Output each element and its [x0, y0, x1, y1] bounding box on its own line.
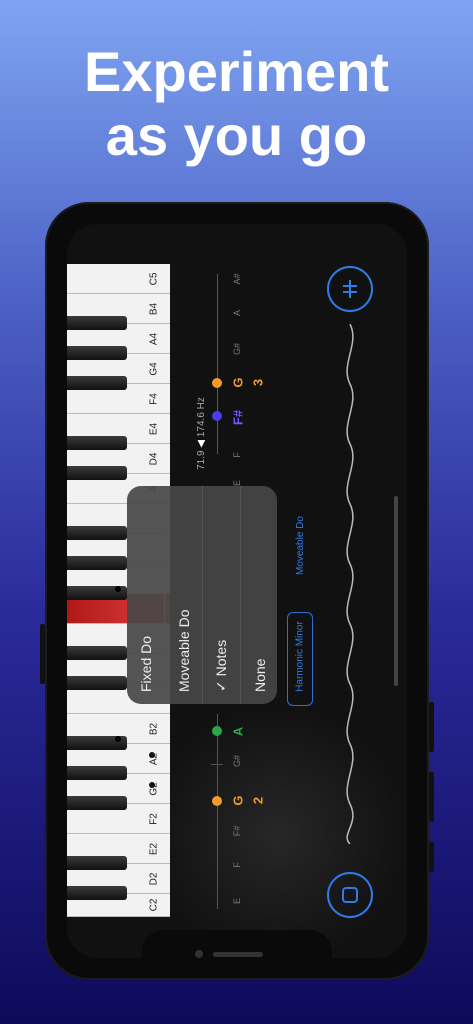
phone-bottom-notch: [142, 930, 332, 958]
piano-black-key[interactable]: [67, 376, 127, 390]
stop-button[interactable]: [327, 872, 373, 918]
key-label: D4: [148, 452, 160, 465]
moveable-do-label[interactable]: Moveable Do: [295, 516, 306, 575]
note-naming-menu: Fixed Do Moveable Do ✓ Notes None: [127, 486, 277, 704]
menu-option-label: Moveable Do: [175, 609, 192, 693]
tuner-button[interactable]: [327, 266, 373, 312]
note-octave-orange-lower: 2: [250, 796, 266, 805]
camera-dot: [195, 950, 203, 958]
scroll-indicator[interactable]: [394, 496, 398, 686]
key-label: F4: [148, 392, 160, 405]
piano-black-key[interactable]: [67, 796, 127, 810]
menu-option-notes[interactable]: ✓ Notes: [203, 486, 241, 704]
menu-option-text: Notes: [212, 639, 229, 677]
stop-icon: [342, 887, 358, 903]
key-label: A4: [148, 332, 160, 345]
menu-option-none[interactable]: None: [241, 486, 277, 704]
note-name-blue: F#: [230, 409, 246, 426]
menu-option-label: ✓ Notes: [213, 640, 230, 692]
key-label: D2: [148, 872, 160, 885]
staff-tick: [211, 764, 223, 765]
note-dot-orange: [212, 378, 222, 388]
piano-key-c5[interactable]: C5: [67, 264, 170, 294]
note-label: G#: [232, 755, 242, 768]
note-dot-orange-lower: [212, 796, 222, 806]
key-label: B2: [148, 722, 160, 735]
menu-option-label: None: [251, 658, 268, 692]
note-dot-green: [212, 726, 222, 736]
phone-side-button: [40, 624, 45, 684]
key-marker-dot: [149, 782, 155, 788]
piano-black-key[interactable]: [67, 466, 127, 480]
key-marker-dot: [115, 736, 121, 742]
piano-black-key[interactable]: [67, 766, 127, 780]
phone-mute-switch: [429, 842, 434, 872]
waveform-display: [346, 324, 354, 844]
pitch-pointer-icon: ◀: [195, 439, 207, 448]
app-screen: C5 B4 A4 G4 F4 E4 D4 4 B2 A2 G2 F2 E2 D2…: [67, 224, 407, 958]
piano-black-key[interactable]: [67, 346, 127, 360]
note-name-orange-lower: G: [230, 795, 246, 806]
staff-line-lower: [217, 714, 218, 909]
note-label: F#: [232, 825, 242, 837]
key-label: G4: [148, 361, 160, 376]
key-label: E4: [148, 422, 160, 435]
headline-line2: as you go: [105, 104, 368, 167]
key-label: G2: [148, 781, 160, 796]
background-glow: [147, 704, 407, 958]
note-dot-blue: [212, 411, 222, 421]
note-label: A#: [232, 273, 242, 285]
phone-volume-up: [429, 702, 434, 752]
key-label: B4: [148, 302, 160, 315]
phone-volume-down: [429, 772, 434, 822]
piano-black-key[interactable]: [67, 856, 127, 870]
key-label: C2: [148, 898, 160, 912]
note-label: F: [232, 452, 242, 458]
piano-black-key[interactable]: [67, 646, 127, 660]
frequency-readout: 71.9 ◀ 174.6 Hz: [196, 397, 207, 470]
menu-option-fixed-do[interactable]: Fixed Do: [127, 486, 165, 704]
readout-value: 71.9: [195, 450, 207, 470]
note-name-orange: G: [230, 377, 246, 388]
menu-option-moveable-do[interactable]: Moveable Do: [165, 486, 203, 704]
piano-black-key[interactable]: [67, 316, 127, 330]
piano-black-key[interactable]: [67, 886, 127, 900]
piano-black-key[interactable]: [67, 676, 127, 690]
scale-label: Harmonic Minor: [294, 621, 306, 692]
piano-black-key[interactable]: [67, 526, 127, 540]
note-octave-orange: 3: [250, 378, 266, 387]
key-label: A2: [148, 752, 160, 765]
note-name-green: A: [230, 726, 246, 737]
key-label: C5: [148, 272, 160, 285]
headline: Experiment as you go: [0, 40, 473, 168]
readout-hz: 174.6 Hz: [195, 397, 207, 438]
checkmark-icon: ✓: [212, 680, 229, 692]
phone-frame: C5 B4 A4 G4 F4 E4 D4 4 B2 A2 G2 F2 E2 D2…: [40, 202, 434, 980]
note-label: E: [232, 898, 242, 905]
key-marker-dot: [115, 586, 121, 592]
speaker-bar: [213, 952, 263, 957]
scale-selector-button[interactable]: Harmonic Minor: [287, 612, 313, 706]
headline-line1: Experiment: [84, 40, 389, 103]
key-label: F2: [148, 812, 160, 825]
menu-option-label: Fixed Do: [137, 635, 154, 692]
staff-line-upper: [217, 274, 218, 454]
note-label: A: [232, 310, 242, 317]
key-label: E2: [148, 842, 160, 855]
note-label: F: [232, 862, 242, 868]
note-label: G#: [232, 343, 242, 356]
piano-black-key[interactable]: [67, 436, 127, 450]
key-marker-dot: [149, 752, 155, 758]
piano-black-key[interactable]: [67, 556, 127, 570]
tuning-fork-icon: [343, 280, 357, 298]
